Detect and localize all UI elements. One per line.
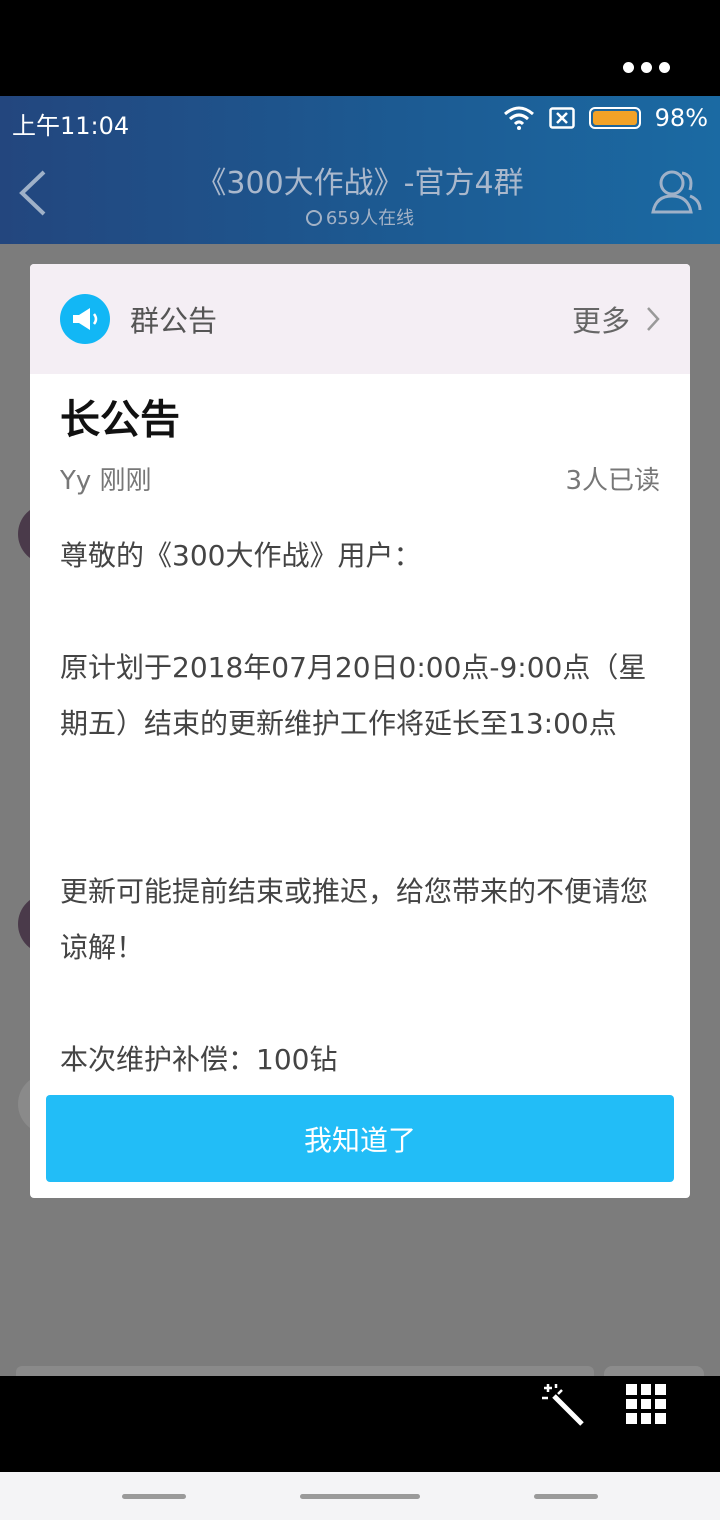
notice-title: 长公告 (60, 397, 180, 443)
nav-menu-button[interactable] (122, 1494, 186, 1499)
keyboard-bar (0, 1376, 720, 1472)
online-status-icon (305, 210, 322, 226)
online-count: 659人在线 (0, 204, 720, 230)
group-notice-dialog: 群公告 更多 长公告 Yy 刚刚 3人已读 尊敬的《300大作战》用户： 原计划… (30, 264, 690, 1198)
more-options-icon[interactable] (623, 62, 670, 73)
more-link[interactable]: 更多 (572, 298, 660, 340)
battery-icon (588, 107, 641, 129)
grid-icon[interactable] (626, 1384, 666, 1424)
no-sim-icon (548, 107, 575, 129)
notice-paragraph: 更新可能提前结束或推迟，给您带来的不便请您谅解！ (60, 875, 649, 964)
notice-header-title: 群公告 (130, 304, 218, 338)
notice-paragraph: 本次维护补偿：100钻 (60, 1043, 338, 1076)
group-title: 《300大作战》-官方4群 (196, 166, 524, 201)
megaphone-icon (60, 294, 110, 344)
notice-paragraph: 原计划于2018年07月20日0:00点-9:00点（星期五）结束的更新维护工作… (60, 651, 647, 740)
system-nav-bar (0, 1472, 720, 1520)
message-input[interactable] (16, 1366, 594, 1376)
notice-content[interactable]: 长公告 Yy 刚刚 3人已读 尊敬的《300大作战》用户： 原计划于2018年0… (30, 374, 690, 1094)
chat-header: 上午11:04 98% 《300大作战》-官方4群 659人在线 (0, 96, 720, 244)
notice-meta: Yy 刚刚 3人已读 (60, 460, 660, 497)
read-count: 3人已读 (565, 466, 660, 496)
confirm-button[interactable]: 我知道了 (46, 1095, 674, 1182)
more-label: 更多 (571, 304, 630, 338)
wifi-icon (503, 106, 534, 130)
status-icons: 98% (503, 104, 708, 132)
notice-paragraph: 尊敬的《300大作战》用户： (60, 539, 422, 572)
send-button[interactable]: 发送 (604, 1366, 704, 1376)
group-members-icon[interactable] (650, 166, 702, 218)
chevron-right-icon (647, 307, 660, 331)
top-bar (0, 0, 720, 96)
nav-home-button[interactable] (300, 1494, 420, 1499)
notice-author-time: Yy 刚刚 (60, 466, 152, 496)
nav-back-button[interactable] (534, 1494, 598, 1499)
magic-wand-icon[interactable] (538, 1380, 586, 1428)
notice-header: 群公告 更多 (30, 264, 690, 374)
status-time: 上午11:04 (12, 112, 130, 140)
battery-percent: 98% (654, 104, 708, 132)
